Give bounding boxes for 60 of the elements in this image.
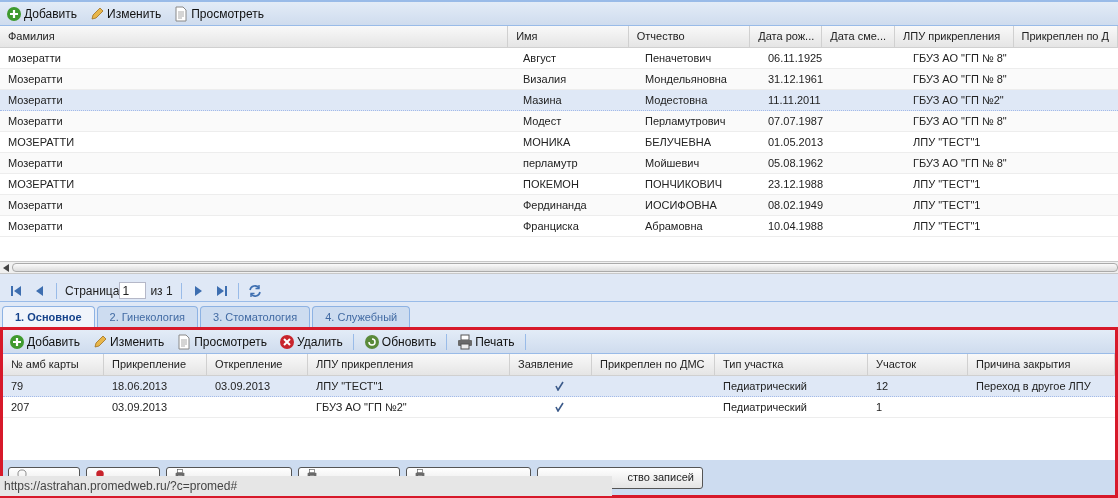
table-cell-text: Мондельяновна <box>645 71 727 87</box>
table-cell-text: Перламутрович <box>645 113 726 129</box>
table-cell-text: Фердинанда <box>523 197 587 213</box>
table-cell-text: Педиатрический <box>723 378 807 394</box>
table-cell-text: МОЗЕРАТТИ <box>8 176 75 192</box>
table-cell-text: ГБУЗ АО "ГП № 8" <box>913 113 1007 129</box>
table-cell-text: Август <box>523 50 557 66</box>
table-cell-text: 03.09.2013 <box>112 399 168 415</box>
table-cell-text: Франциска <box>523 218 579 234</box>
table-cell-text: Мозератти <box>8 71 63 87</box>
table-cell-text: ЛПУ "ТЕСТ"1 <box>913 218 981 234</box>
table-cell-text: МОНИКА <box>523 134 571 150</box>
table-cell-text: 01.05.2013 <box>768 134 824 150</box>
table-cell-text: Мозератти <box>8 197 63 213</box>
table-cell-text: Мозератти <box>8 92 63 108</box>
table-cell-text: Мазина <box>523 92 562 108</box>
table-cell-text: ЛПУ "ТЕСТ"1 <box>913 134 981 150</box>
table-cell-text: 1 <box>876 399 883 415</box>
table-cell-text: ИОСИФОВНА <box>645 197 717 213</box>
table-cell-text: 23.12.1988 <box>768 176 824 192</box>
page-count: из 1 <box>150 282 173 300</box>
table-cell-text: Мозератти <box>8 113 63 129</box>
table-cell-text: Модестовна <box>645 92 708 108</box>
table-cell-text: Мойшевич <box>645 155 700 171</box>
table-cell-text: ЛПУ "ТЕСТ"1 <box>913 176 981 192</box>
table-cell-text: ПОНЧИКОВИЧ <box>645 176 723 192</box>
table-cell-text: ПОКЕМОН <box>523 176 579 192</box>
table-cell-text: 03.09.2013 <box>215 378 271 394</box>
table-cell-text: Мозератти <box>8 218 63 234</box>
table-cell-text: 18.06.2013 <box>112 378 168 394</box>
table-cell-text: 11.11.2011 <box>768 92 821 108</box>
table-cell-text: Переход в другое ЛПУ <box>976 378 1091 394</box>
table-cell-text: Педиатрический <box>723 399 807 415</box>
table-cell-text: мозератти <box>8 50 61 66</box>
table-cell-text: ГБУЗ АО "ГП № 8" <box>913 155 1007 171</box>
table-cell-text: БЕЛУЧЕВНА <box>645 134 712 150</box>
table-cell-text: Визалия <box>523 71 567 87</box>
table-cell-text: ГБУЗ АО "ГП № 8" <box>913 71 1007 87</box>
table-cell-text: 08.02.1949 <box>768 197 824 213</box>
table-cell-text: ЛПУ "ТЕСТ"1 <box>316 378 384 394</box>
table-cell-text: перламутр <box>523 155 578 171</box>
table-cell-text: 06.11.1925 <box>768 50 823 66</box>
table-cell-text: ГБУЗ АО "ГП №2" <box>913 92 1004 108</box>
table-cell-text: Пеначетович <box>645 50 712 66</box>
table-cell-text: Абрамовна <box>645 218 703 234</box>
table-cell-text: ГБУЗ АО "ГП №2" <box>316 399 407 415</box>
table-cell-text: МОЗЕРАТТИ <box>8 134 75 150</box>
table-cell-text: 79 <box>11 378 24 394</box>
table-cell-text: Мозератти <box>8 155 63 171</box>
table-cell-text: 12 <box>876 378 889 394</box>
table-cell-text: ГБУЗ АО "ГП № 8" <box>913 50 1007 66</box>
table-cell-text: Модест <box>523 113 562 129</box>
table-cell-text: ЛПУ "ТЕСТ"1 <box>913 197 981 213</box>
table-cell-text: 31.12.1961 <box>768 71 824 87</box>
table-cell-text: 07.07.1987 <box>768 113 824 129</box>
table-cell-text: 10.04.1988 <box>768 218 824 234</box>
table-cell-text: 05.08.1962 <box>768 155 824 171</box>
table-cell-text: 207 <box>11 399 30 415</box>
page-label: Страница <box>65 282 120 300</box>
status-url-tooltip: https://astrahan.promedweb.ru/?c=promed# <box>0 476 612 496</box>
